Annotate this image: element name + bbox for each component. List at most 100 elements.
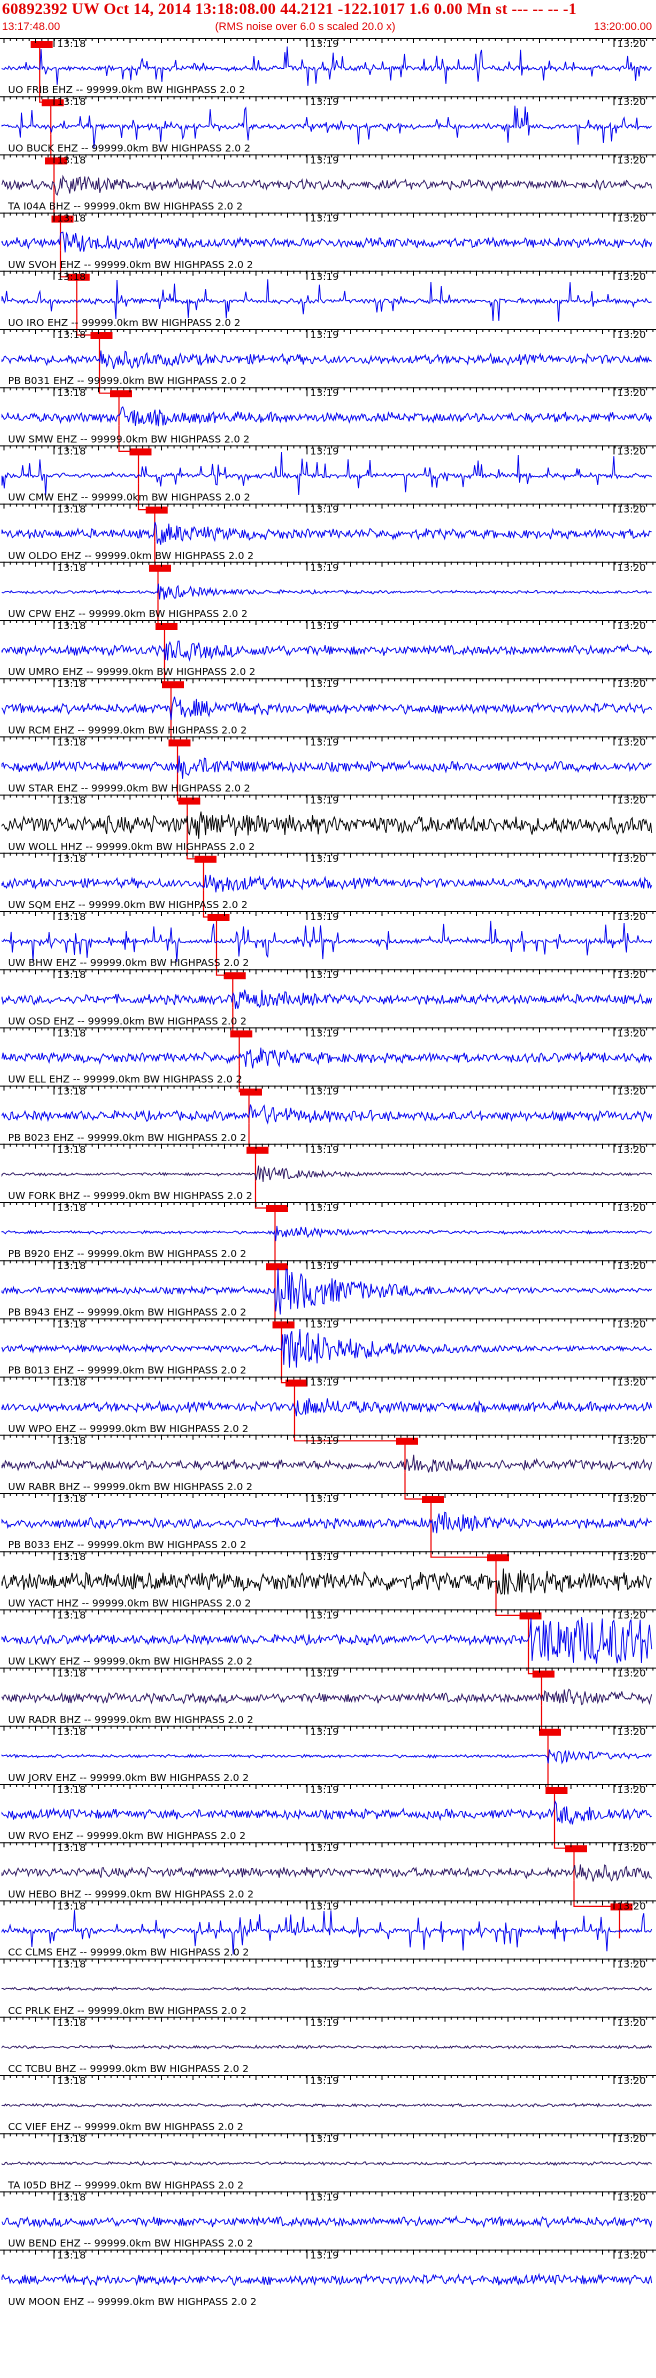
time-axis: 13:18 13:19 13:20 <box>0 1434 656 1447</box>
tick-label: 13:20 <box>617 1843 646 1854</box>
tick-label: 13:19 <box>310 1145 339 1156</box>
time-axis: 13:18 13:19 13:20 <box>0 1551 656 1563</box>
tick-label: 13:20 <box>617 1436 646 1447</box>
pick-marker <box>266 1263 288 1271</box>
waveform-trace <box>1 46 652 86</box>
station-label-uw-lkwy-ehz: UW LKWY EHZ -- 99999.0km BW HIGHPASS 2.0… <box>8 1657 253 1668</box>
time-axis: 13:18 13:19 13:20 <box>0 1143 656 1156</box>
pick-marker <box>149 564 171 572</box>
tick-label: 13:18 <box>57 39 86 50</box>
tick-label: 13:20 <box>617 272 646 283</box>
tick-label: 13:20 <box>617 1960 646 1971</box>
tick-label: 13:20 <box>617 1145 646 1156</box>
tick-label: 13:20 <box>617 1669 646 1680</box>
tick-label: 13:19 <box>310 563 339 574</box>
event-title: 60892392 UW Oct 14, 2014 13:18:08.00 44.… <box>2 1 577 18</box>
time-axis: 13:18 13:19 13:20 <box>0 503 656 516</box>
tick-label: 13:20 <box>617 1901 646 1912</box>
station-label-pb-b031-ehz: PB B031 EHZ -- 99999.0km BW HIGHPASS 2.0… <box>8 376 246 387</box>
tick-label: 13:20 <box>617 796 646 807</box>
waveform-trace <box>1 1165 653 1182</box>
tick-label: 13:19 <box>310 1203 339 1214</box>
tick-label: 13:18 <box>57 1843 86 1854</box>
waveform-trace <box>1 920 653 962</box>
tick-label: 13:19 <box>310 1727 339 1738</box>
station-label-uw-bend-ehz: UW BEND EHZ -- 99999.0km BW HIGHPASS 2.0… <box>8 2239 253 2250</box>
tick-label: 13:19 <box>310 970 339 981</box>
waveform-trace <box>1 755 652 779</box>
tick-label: 13:19 <box>310 621 339 632</box>
tick-label: 13:18 <box>57 1319 86 1330</box>
station-label-uw-rcm-ehz: UW RCM EHZ -- 99999.0km BW HIGHPASS 2.0 … <box>8 725 247 736</box>
tick-label: 13:18 <box>57 1552 86 1563</box>
tick-label: 13:19 <box>310 2251 339 2262</box>
tick-label: 13:20 <box>617 1785 646 1796</box>
time-axis: 13:18 13:19 13:20 <box>0 387 656 399</box>
time-axis: 13:18 13:19 13:20 <box>0 1085 656 1098</box>
pick-moveout-line <box>404 1472 431 1500</box>
station-label-uo-iro-ehz: UO IRO EHZ -- 99999.0km BW HIGHPASS 2.0 … <box>8 318 241 329</box>
tick-label: 13:19 <box>310 1494 339 1505</box>
tick-label: 13:20 <box>617 1028 646 1039</box>
waveform-trace <box>1 2160 653 2167</box>
time-axis: 13:18 13:19 13:20 <box>0 2249 656 2262</box>
tick-label: 13:18 <box>57 1087 86 1098</box>
station-label-uw-sqm-ehz: UW SQM EHZ -- 99999.0km BW HIGHPASS 2.0 … <box>8 900 248 911</box>
tick-label: 13:20 <box>617 2134 646 2145</box>
time-axis: 13:18 13:19 13:20 <box>0 794 656 807</box>
tick-label: 13:20 <box>617 97 646 108</box>
tick-label: 13:20 <box>617 446 646 457</box>
tick-label: 13:19 <box>310 1669 339 1680</box>
tick-label: 13:18 <box>57 2076 86 2087</box>
tick-label: 13:19 <box>310 679 339 690</box>
tick-label: 13:19 <box>310 1960 339 1971</box>
tick-label: 13:18 <box>57 446 86 457</box>
tick-label: 13:20 <box>617 1087 646 1098</box>
station-label-uw-bhw-ehz: UW BHW EHZ -- 99999.0km BW HIGHPASS 2.0 … <box>8 958 249 969</box>
tick-label: 13:20 <box>617 2076 646 2087</box>
tick-label: 13:18 <box>57 155 86 166</box>
tick-label: 13:20 <box>617 912 646 923</box>
tick-label: 13:19 <box>310 796 339 807</box>
tick-label: 13:19 <box>310 272 339 283</box>
time-axis: 13:18 13:19 13:20 <box>0 1027 656 1039</box>
end-time: 13:20:00.00 <box>593 21 652 33</box>
station-label-ta-i04a-bhz: TA I04A BHZ -- 99999.0km BW HIGHPASS 2.0… <box>7 202 243 213</box>
tick-label: 13:19 <box>310 1087 339 1098</box>
tick-label: 13:19 <box>310 388 339 399</box>
station-label-pb-b023-ehz: PB B023 EHZ -- 99999.0km BW HIGHPASS 2.0… <box>8 1133 246 1144</box>
tick-label: 13:19 <box>310 446 339 457</box>
tick-label: 13:18 <box>57 97 86 108</box>
waveform-trace <box>1 1454 653 1473</box>
tick-label: 13:20 <box>617 563 646 574</box>
tick-label: 13:18 <box>57 796 86 807</box>
time-axis: 13:18 13:19 13:20 <box>0 1900 656 1912</box>
tick-label: 13:18 <box>57 1727 86 1738</box>
tick-label: 13:19 <box>310 854 339 865</box>
station-label-uw-star-ehz: UW STAR EHZ -- 99999.0km BW HIGHPASS 2.0… <box>8 784 250 795</box>
station-label-uw-oldo-ehz: UW OLDO EHZ -- 99999.0km BW HIGHPASS 2.0… <box>8 551 254 562</box>
waveform-trace <box>1 521 652 545</box>
tick-label: 13:19 <box>310 505 339 516</box>
waveform-trace <box>1 174 653 196</box>
tick-label: 13:18 <box>57 1261 86 1272</box>
tick-label: 13:18 <box>57 388 86 399</box>
tick-label: 13:19 <box>310 2076 339 2087</box>
tick-label: 13:19 <box>310 1319 339 1330</box>
waveform-trace <box>1 1104 653 1125</box>
station-label-uo-buck-ehz: UO BUCK EHZ -- 99999.0km BW HIGHPASS 2.0… <box>8 143 250 154</box>
waveform-trace <box>1 406 653 427</box>
time-axis: 13:18 13:19 13:20 <box>0 678 656 690</box>
tick-label: 13:18 <box>57 912 86 923</box>
seismogram-plot: UO FRIB EHZ -- 99999.0km BW HIGHPASS 2.0… <box>0 38 656 2308</box>
station-label-cc-vief-ehz: CC VIEF EHZ -- 99999.0km BW HIGHPASS 2.0… <box>8 2122 243 2133</box>
tick-label: 13:19 <box>310 737 339 748</box>
station-label-pb-b920-ehz: PB B920 EHZ -- 99999.0km BW HIGHPASS 2.0… <box>8 1249 246 1260</box>
waveform-trace <box>1 105 652 148</box>
time-axis: 13:18 13:19 13:20 <box>0 969 656 981</box>
time-axis: 13:18 13:19 13:20 <box>0 212 656 225</box>
tick-label: 13:20 <box>617 1261 646 1272</box>
time-axis: 13:18 13:19 13:20 <box>0 445 656 457</box>
tick-label: 13:19 <box>310 155 339 166</box>
station-label-uw-osd-ehz: UW OSD EHZ -- 99999.0km BW HIGHPASS 2.0 … <box>8 1016 247 1027</box>
